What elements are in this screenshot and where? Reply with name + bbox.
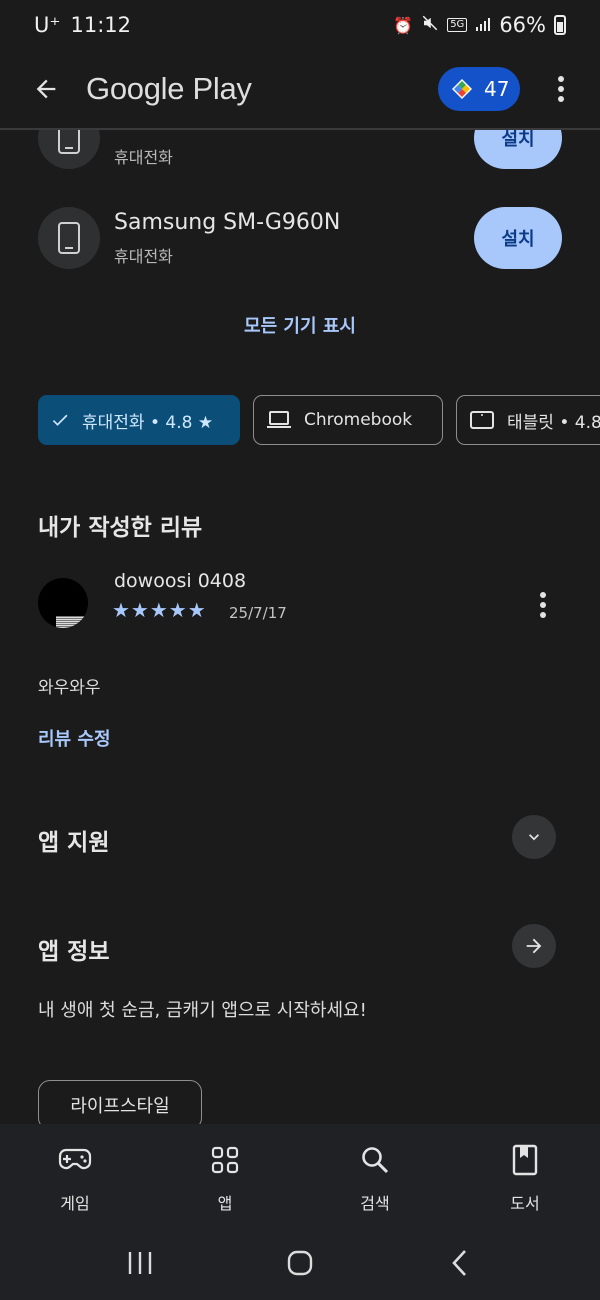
- tablet-icon: [469, 410, 495, 430]
- book-icon: [512, 1144, 538, 1176]
- apps-grid-icon: [211, 1144, 239, 1176]
- filter-chip-label: 태블릿 • 4.8: [507, 412, 600, 433]
- bottom-navigation: 게임 앱 검색 도서: [0, 1124, 600, 1226]
- nav-item-search[interactable]: 검색: [300, 1124, 450, 1226]
- nav-label: 도서: [510, 1194, 540, 1213]
- alarm-icon: ⏰: [393, 15, 414, 35]
- review-date: 25/7/17: [229, 604, 287, 622]
- gamepad-icon: [58, 1144, 92, 1176]
- nav-label: 앱: [217, 1194, 233, 1213]
- recent-apps-icon: [128, 1252, 152, 1274]
- points-count: 47: [484, 77, 510, 101]
- filter-chip-label: 휴대전화 • 4.8 ★: [82, 412, 214, 433]
- app-support-title[interactable]: 앱 지원: [38, 823, 110, 857]
- filter-chip-label: Chromebook: [304, 410, 413, 430]
- app-info-arrow-button[interactable]: [512, 924, 556, 968]
- install-button[interactable]: 설치: [474, 207, 562, 269]
- more-options-button[interactable]: [546, 67, 576, 111]
- review-more-button[interactable]: [530, 590, 556, 620]
- nav-label: 게임: [60, 1194, 90, 1213]
- more-vert-icon: [540, 592, 546, 618]
- mute-icon: [421, 14, 439, 36]
- battery-icon: [554, 15, 566, 35]
- app-description: 내 생애 첫 순금, 금캐기 앱으로 시작하세요!: [38, 1000, 367, 1021]
- filter-chip-chromebook[interactable]: Chromebook: [253, 395, 443, 445]
- home-icon: [287, 1250, 313, 1276]
- phone-icon: [38, 207, 100, 269]
- arrow-back-icon: [36, 79, 56, 99]
- check-icon: [50, 410, 70, 430]
- edit-review-link[interactable]: 리뷰 수정: [38, 725, 111, 751]
- rating-stars: ★★★★★: [112, 598, 207, 622]
- arrow-forward-icon: [526, 938, 542, 954]
- reviewer-name: dowoosi 0408: [114, 570, 247, 592]
- expand-app-support-button[interactable]: [512, 815, 556, 859]
- status-bar: U⁺ 11:12 ⏰ 5G 66%: [0, 0, 600, 50]
- play-points-icon: [452, 79, 472, 99]
- recent-apps-button[interactable]: [110, 1238, 170, 1288]
- app-title: Google Play: [86, 71, 252, 106]
- signal-icon: [475, 13, 491, 37]
- system-back-button[interactable]: [430, 1238, 490, 1288]
- device-type-label: 휴대전화: [114, 246, 173, 266]
- nav-item-books[interactable]: 도서: [450, 1124, 600, 1226]
- review-text: 와우와우: [38, 678, 101, 698]
- filter-chip-phone[interactable]: 휴대전화 • 4.8 ★: [38, 395, 240, 445]
- chevron-down-icon: [529, 834, 539, 841]
- play-points-chip[interactable]: 47: [438, 67, 520, 111]
- home-button[interactable]: [270, 1238, 330, 1288]
- carrier-label: U⁺: [34, 13, 61, 37]
- nav-item-apps[interactable]: 앱: [150, 1124, 300, 1226]
- system-navigation-bar: [0, 1226, 600, 1300]
- battery-percent: 66%: [499, 13, 546, 37]
- nav-label: 검색: [360, 1194, 390, 1213]
- filter-chip-tablet[interactable]: 태블릿 • 4.8: [456, 395, 600, 445]
- chevron-left-icon: [452, 1250, 466, 1276]
- category-chip[interactable]: 라이프스타일: [38, 1080, 202, 1130]
- status-time: 11:12: [70, 13, 131, 37]
- nav-item-games[interactable]: 게임: [0, 1124, 150, 1226]
- search-icon: [360, 1144, 390, 1176]
- more-vert-icon: [558, 76, 564, 102]
- app-bar: Google Play 47: [0, 50, 600, 130]
- back-button[interactable]: [24, 67, 68, 111]
- network-type-label: 5G: [447, 18, 468, 32]
- device-row: Samsung SM-G960N 휴대전화 설치: [38, 206, 562, 270]
- laptop-icon: [266, 410, 292, 430]
- device-name: Samsung SM-G960N: [114, 209, 341, 235]
- show-all-devices-link[interactable]: 모든 기기 표시: [0, 312, 600, 338]
- my-review-title: 내가 작성한 리뷰: [38, 515, 203, 541]
- device-type-label: 휴대전화: [114, 148, 173, 167]
- avatar: [38, 578, 88, 628]
- app-info-title[interactable]: 앱 정보: [38, 932, 110, 966]
